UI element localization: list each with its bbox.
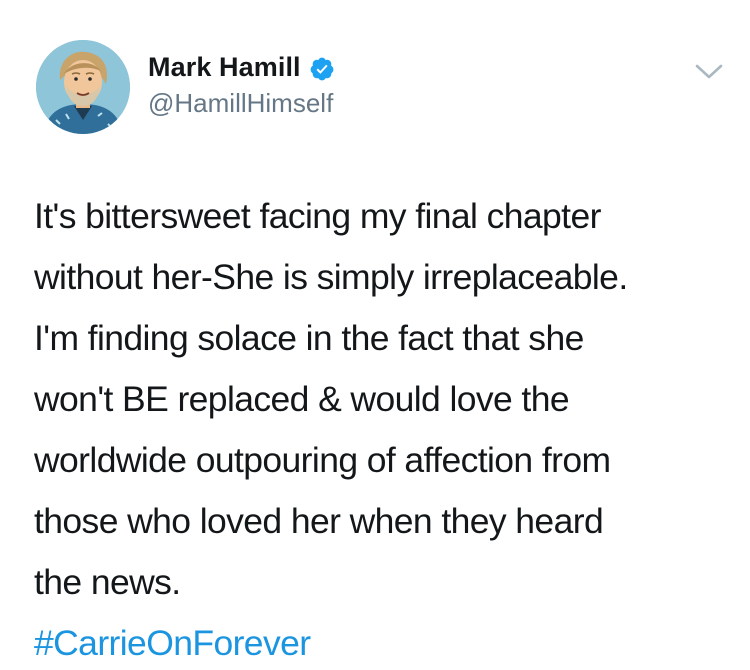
tweet-line: won't BE replaced & would love the <box>34 379 570 419</box>
avatar[interactable] <box>36 40 130 134</box>
tweet-line: It's bittersweet facing my final chapter <box>34 196 601 236</box>
user-handle[interactable]: @HamillHimself <box>148 88 333 119</box>
tweet-line: without her-She is simply irreplaceable. <box>34 257 628 297</box>
verified-badge-icon <box>309 56 335 82</box>
tweet-line: the news. <box>34 562 181 602</box>
hashtag-link[interactable]: #CarrieOnForever <box>34 613 724 670</box>
user-name-row: Mark Hamill <box>148 52 335 83</box>
tweet-line: worldwide outpouring of affection from <box>34 440 611 480</box>
tweet-line: I'm finding solace in the fact that she <box>34 318 584 358</box>
display-name[interactable]: Mark Hamill <box>148 52 301 83</box>
chevron-down-icon[interactable] <box>694 62 724 82</box>
tweet-text: It's bittersweet facing my final chapter… <box>34 186 724 670</box>
tweet-card: Mark Hamill @HamillHimself It's bittersw… <box>0 0 750 670</box>
avatar-illustration <box>36 40 130 134</box>
tweet-line: those who loved her when they heard <box>34 501 604 541</box>
